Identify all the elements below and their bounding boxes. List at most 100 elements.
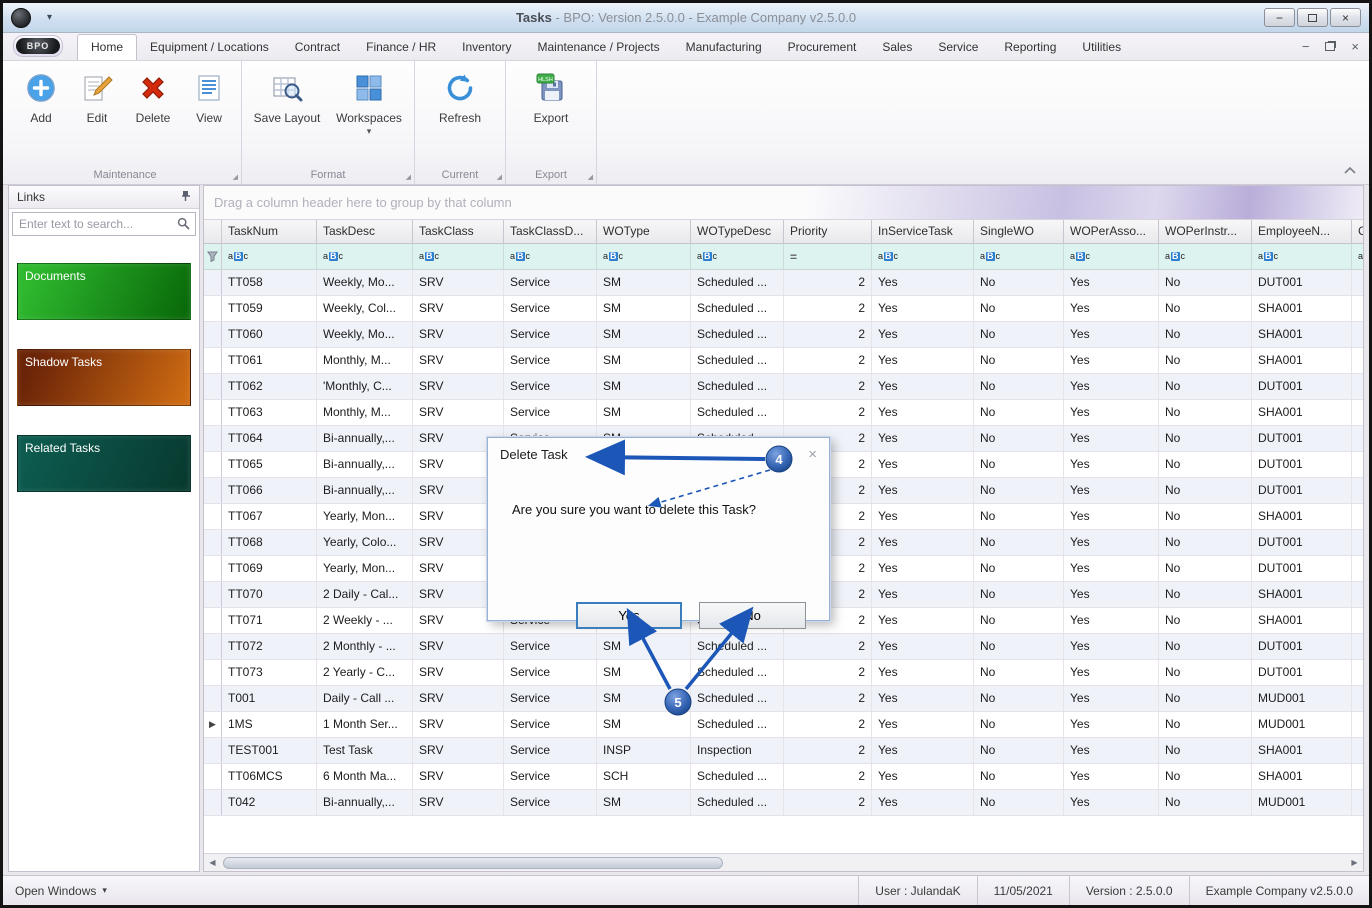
group-launcher-icon[interactable]: ◢ [406, 173, 411, 181]
group-launcher-icon[interactable]: ◢ [588, 173, 593, 181]
cell-TaskClass[interactable]: SRV [413, 296, 504, 321]
cell-TaskDesc[interactable]: Daily - Call ... [317, 686, 413, 711]
cell-WOTypeDesc[interactable]: Scheduled ... [691, 712, 784, 737]
cell-TaskDesc[interactable]: Yearly, Mon... [317, 504, 413, 529]
cell-InServiceTask[interactable]: Yes [872, 270, 974, 295]
filter-cell-Priority[interactable]: = [784, 244, 872, 269]
cell-Priority[interactable]: 2 [784, 296, 872, 321]
cell-TaskDesc[interactable]: 6 Month Ma... [317, 764, 413, 789]
cell-Cre[interactable] [1352, 530, 1363, 555]
cell-Cre[interactable] [1352, 556, 1363, 581]
cell-WOTypeDesc[interactable]: Scheduled ... [691, 374, 784, 399]
cell-TaskDesc[interactable]: Test Task [317, 738, 413, 763]
cell-TaskNum[interactable]: TT061 [222, 348, 317, 373]
export-button[interactable]: HLSH Export [510, 67, 592, 165]
cell-EmployeeN[interactable]: SHA001 [1252, 738, 1352, 763]
cell-Priority[interactable]: 2 [784, 686, 872, 711]
cell-SingleWO[interactable]: No [974, 426, 1064, 451]
cell-TaskNum[interactable]: TT06MCS [222, 764, 317, 789]
cell-WOType[interactable]: SCH [597, 764, 691, 789]
cell-WOPerInstr[interactable]: No [1159, 634, 1252, 659]
cell-Cre[interactable] [1352, 660, 1363, 685]
cell-Priority[interactable]: 2 [784, 790, 872, 815]
cell-InServiceTask[interactable]: Yes [872, 712, 974, 737]
cell-EmployeeN[interactable]: DUT001 [1252, 556, 1352, 581]
filter-cell-Cre[interactable]: aBc [1352, 244, 1363, 269]
cell-SingleWO[interactable]: No [974, 452, 1064, 477]
cell-Cre[interactable] [1352, 582, 1363, 607]
column-header-InServiceTask[interactable]: InServiceTask [872, 220, 974, 243]
filter-cell-WOPerAsso[interactable]: aBc [1064, 244, 1159, 269]
cell-WOPerInstr[interactable]: No [1159, 556, 1252, 581]
horizontal-scrollbar[interactable]: ◀ ▶ [204, 853, 1363, 871]
cell-InServiceTask[interactable]: Yes [872, 452, 974, 477]
cell-WOTypeDesc[interactable]: Scheduled ... [691, 660, 784, 685]
cell-TaskDesc[interactable]: Weekly, Mo... [317, 270, 413, 295]
cell-WOPerAsso[interactable]: Yes [1064, 556, 1159, 581]
cell-TaskClass[interactable]: SRV [413, 634, 504, 659]
search-icon[interactable] [177, 217, 190, 235]
cell-SingleWO[interactable]: No [974, 660, 1064, 685]
table-row[interactable]: TT063 Monthly, M... SRV Service SM Scheduled … [204, 400, 1363, 426]
cell-WOType[interactable]: SM [597, 296, 691, 321]
cell-WOPerInstr[interactable]: No [1159, 660, 1252, 685]
cell-InServiceTask[interactable]: Yes [872, 686, 974, 711]
table-row[interactable]: TT06MCS 6 Month Ma... SRV Service SCH Schedul… [204, 764, 1363, 790]
cell-SingleWO[interactable]: No [974, 582, 1064, 607]
cell-TaskDesc[interactable]: Weekly, Mo... [317, 322, 413, 347]
filter-cell-TaskNum[interactable]: aBc [222, 244, 317, 269]
cell-Cre[interactable] [1352, 400, 1363, 425]
cell-Priority[interactable]: 2 [784, 322, 872, 347]
cell-WOPerAsso[interactable]: Yes [1064, 478, 1159, 503]
cell-TaskClassDesc[interactable]: Service [504, 790, 597, 815]
filter-cell-WOPerInstr[interactable]: aBc [1159, 244, 1252, 269]
cell-TaskDesc[interactable]: 2 Monthly - ... [317, 634, 413, 659]
cell-WOType[interactable]: SM [597, 686, 691, 711]
cell-TaskClassDesc[interactable]: Service [504, 634, 597, 659]
table-row[interactable]: TT059 Weekly, Col... SRV Service SM Scheduled… [204, 296, 1363, 322]
cell-SingleWO[interactable]: No [974, 374, 1064, 399]
cell-TaskDesc[interactable]: 1 Month Ser... [317, 712, 413, 737]
cell-WOPerAsso[interactable]: Yes [1064, 400, 1159, 425]
dialog-close-icon[interactable]: × [808, 447, 817, 462]
cell-TaskDesc[interactable]: Bi-annually,... [317, 426, 413, 451]
cell-WOPerAsso[interactable]: Yes [1064, 348, 1159, 373]
cell-TaskDesc[interactable]: Bi-annually,... [317, 478, 413, 503]
search-input[interactable] [12, 212, 196, 236]
cell-TaskNum[interactable]: TT066 [222, 478, 317, 503]
cell-InServiceTask[interactable]: Yes [872, 478, 974, 503]
sidebar-tile-related-tasks[interactable]: Related Tasks [17, 435, 191, 492]
yes-button[interactable]: Yes [576, 602, 682, 629]
cell-Priority[interactable]: 2 [784, 764, 872, 789]
cell-WOType[interactable]: SM [597, 270, 691, 295]
cell-TaskNum[interactable]: TT070 [222, 582, 317, 607]
minimize-button[interactable]: − [1264, 8, 1295, 27]
column-header-WOType[interactable]: WOType [597, 220, 691, 243]
cell-WOPerAsso[interactable]: Yes [1064, 296, 1159, 321]
table-row[interactable]: TEST001 Test Task SRV Service INSP Inspection… [204, 738, 1363, 764]
cell-Cre[interactable] [1352, 712, 1363, 737]
cell-SingleWO[interactable]: No [974, 478, 1064, 503]
table-row[interactable]: TT058 Weekly, Mo... SRV Service SM Scheduled … [204, 270, 1363, 296]
cell-WOPerAsso[interactable]: Yes [1064, 374, 1159, 399]
cell-EmployeeN[interactable]: SHA001 [1252, 296, 1352, 321]
cell-InServiceTask[interactable]: Yes [872, 348, 974, 373]
table-row[interactable]: ▶ 1MS 1 Month Ser... SRV Service SM Scheduled … [204, 712, 1363, 738]
cell-TaskNum[interactable]: TT059 [222, 296, 317, 321]
cell-TaskClass[interactable]: SRV [413, 270, 504, 295]
cell-TaskDesc[interactable]: Bi-annually,... [317, 790, 413, 815]
cell-WOTypeDesc[interactable]: Scheduled ... [691, 322, 784, 347]
cell-Priority[interactable]: 2 [784, 738, 872, 763]
app-icon[interactable] [11, 7, 31, 28]
tab-equipment-locations[interactable]: Equipment / Locations [137, 35, 282, 60]
column-header-EmployeeN[interactable]: EmployeeN... [1252, 220, 1352, 243]
cell-WOType[interactable]: SM [597, 348, 691, 373]
cell-WOType[interactable]: SM [597, 400, 691, 425]
cell-SingleWO[interactable]: No [974, 270, 1064, 295]
filter-cell-WOType[interactable]: aBc [597, 244, 691, 269]
cell-TaskClassDesc[interactable]: Service [504, 712, 597, 737]
tab-reporting[interactable]: Reporting [991, 35, 1069, 60]
cell-WOTypeDesc[interactable]: Scheduled ... [691, 270, 784, 295]
cell-WOPerInstr[interactable]: No [1159, 322, 1252, 347]
cell-TaskClassDesc[interactable]: Service [504, 348, 597, 373]
